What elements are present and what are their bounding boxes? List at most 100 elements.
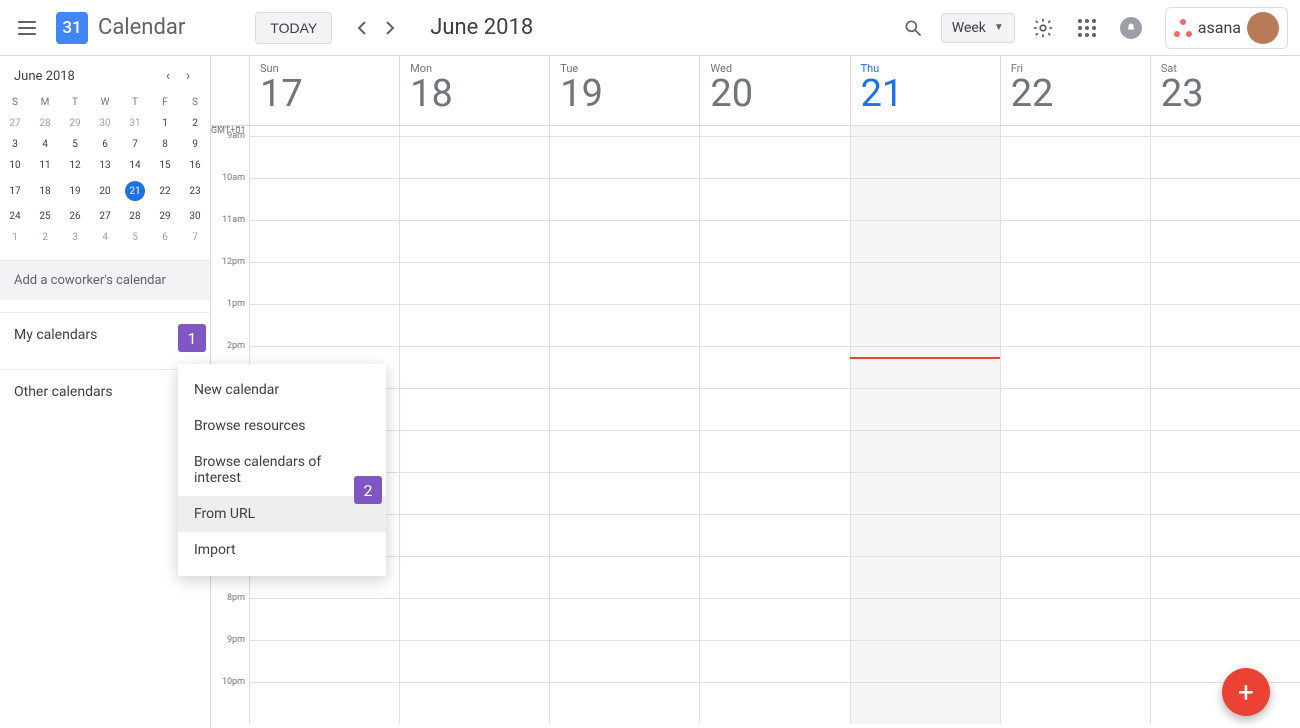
mini-day[interactable]: 30	[90, 113, 120, 134]
mini-day[interactable]: 6	[90, 134, 120, 155]
grid-cell[interactable]	[1000, 221, 1150, 262]
mini-day[interactable]: 3	[60, 227, 90, 248]
grid-cell[interactable]	[699, 221, 849, 262]
mini-day[interactable]: 28	[30, 113, 60, 134]
mini-day[interactable]: 4	[30, 134, 60, 155]
view-selector[interactable]: Week ▼	[941, 13, 1015, 43]
grid-cell[interactable]	[699, 263, 849, 304]
grid-cell[interactable]	[549, 641, 699, 682]
grid-cell[interactable]	[549, 347, 699, 388]
day-header[interactable]: Wed20	[699, 56, 849, 125]
grid-cell[interactable]	[850, 126, 1000, 136]
mini-day[interactable]: 12	[60, 155, 90, 176]
mini-day[interactable]: 26	[60, 206, 90, 227]
grid-cell[interactable]	[1000, 431, 1150, 472]
grid-cell[interactable]	[399, 347, 549, 388]
mini-day[interactable]: 5	[60, 134, 90, 155]
grid-cell[interactable]	[1000, 389, 1150, 430]
mini-day[interactable]: 2	[180, 113, 210, 134]
mini-day[interactable]: 9	[180, 134, 210, 155]
day-header[interactable]: Mon18	[399, 56, 549, 125]
grid-cell[interactable]	[249, 641, 399, 682]
grid-cell[interactable]	[399, 221, 549, 262]
grid-cell[interactable]	[249, 137, 399, 178]
grid-cell[interactable]	[549, 683, 699, 724]
mini-day[interactable]: 7	[180, 227, 210, 248]
grid-cell[interactable]	[1000, 263, 1150, 304]
mini-day[interactable]: 1	[0, 227, 30, 248]
grid-cell[interactable]	[850, 557, 1000, 598]
mini-calendar[interactable]: SMTWTFS 27282930311234567891011121314151…	[0, 92, 210, 248]
grid-cell[interactable]	[699, 389, 849, 430]
mini-day[interactable]: 16	[180, 155, 210, 176]
menu-item-browse-resources[interactable]: Browse resources	[178, 408, 386, 444]
mini-day[interactable]: 2	[30, 227, 60, 248]
grid-cell[interactable]	[1000, 641, 1150, 682]
mini-prev-button[interactable]: ‹	[158, 68, 178, 84]
mini-day[interactable]: 4	[90, 227, 120, 248]
grid-cell[interactable]	[1150, 137, 1300, 178]
grid-cell[interactable]	[249, 126, 399, 136]
mini-day[interactable]: 30	[180, 206, 210, 227]
grid-cell[interactable]	[1150, 641, 1300, 682]
grid-cell[interactable]	[399, 641, 549, 682]
grid-cell[interactable]	[699, 347, 849, 388]
mini-day[interactable]: 7	[120, 134, 150, 155]
grid-cell[interactable]	[1150, 473, 1300, 514]
mini-day[interactable]: 14	[120, 155, 150, 176]
grid-cell[interactable]	[1150, 389, 1300, 430]
grid-cell[interactable]	[549, 263, 699, 304]
notifications-icon[interactable]	[1119, 16, 1143, 40]
grid-cell[interactable]	[1150, 305, 1300, 346]
mini-day[interactable]: 5	[120, 227, 150, 248]
today-button[interactable]: TODAY	[255, 12, 332, 44]
mini-day[interactable]: 23	[180, 176, 210, 206]
grid-cell[interactable]	[850, 599, 1000, 640]
grid-cell[interactable]	[1150, 126, 1300, 136]
grid-cell[interactable]	[699, 431, 849, 472]
grid-cell[interactable]	[1150, 557, 1300, 598]
grid-cell[interactable]	[549, 389, 699, 430]
mini-day[interactable]: 3	[0, 134, 30, 155]
grid-cell[interactable]	[249, 683, 399, 724]
mini-day[interactable]: 15	[150, 155, 180, 176]
mini-day[interactable]: 10	[0, 155, 30, 176]
grid-cell[interactable]	[249, 305, 399, 346]
mini-day[interactable]: 11	[30, 155, 60, 176]
grid-cell[interactable]	[1150, 263, 1300, 304]
grid-cell[interactable]	[1150, 221, 1300, 262]
mini-day[interactable]: 6	[150, 227, 180, 248]
grid-cell[interactable]	[399, 389, 549, 430]
grid-cell[interactable]	[399, 515, 549, 556]
grid-cell[interactable]	[549, 515, 699, 556]
search-icon[interactable]	[901, 16, 925, 40]
grid-cell[interactable]	[399, 557, 549, 598]
mini-day[interactable]: 13	[90, 155, 120, 176]
grid-cell[interactable]	[399, 473, 549, 514]
grid-cell[interactable]	[549, 179, 699, 220]
grid-cell[interactable]	[850, 515, 1000, 556]
gear-icon[interactable]	[1031, 16, 1055, 40]
grid-cell[interactable]	[549, 473, 699, 514]
day-header[interactable]: Thu21	[850, 56, 1000, 125]
grid-cell[interactable]	[850, 389, 1000, 430]
grid-cell[interactable]	[850, 179, 1000, 220]
grid-cell[interactable]	[399, 179, 549, 220]
mini-day[interactable]: 31	[120, 113, 150, 134]
grid-cell[interactable]	[850, 431, 1000, 472]
day-header[interactable]: Sun17	[249, 56, 399, 125]
grid-cell[interactable]	[1150, 515, 1300, 556]
grid-cell[interactable]	[399, 263, 549, 304]
grid-cell[interactable]	[549, 305, 699, 346]
grid-cell[interactable]	[699, 557, 849, 598]
grid-cell[interactable]	[699, 126, 849, 136]
mini-day[interactable]: 21	[120, 176, 150, 206]
grid-cell[interactable]	[850, 305, 1000, 346]
grid-cell[interactable]	[549, 599, 699, 640]
grid-cell[interactable]	[249, 599, 399, 640]
grid-cell[interactable]	[850, 137, 1000, 178]
grid-cell[interactable]	[1000, 599, 1150, 640]
grid-cell[interactable]	[850, 221, 1000, 262]
mini-day[interactable]: 27	[0, 113, 30, 134]
grid-cell[interactable]	[399, 599, 549, 640]
